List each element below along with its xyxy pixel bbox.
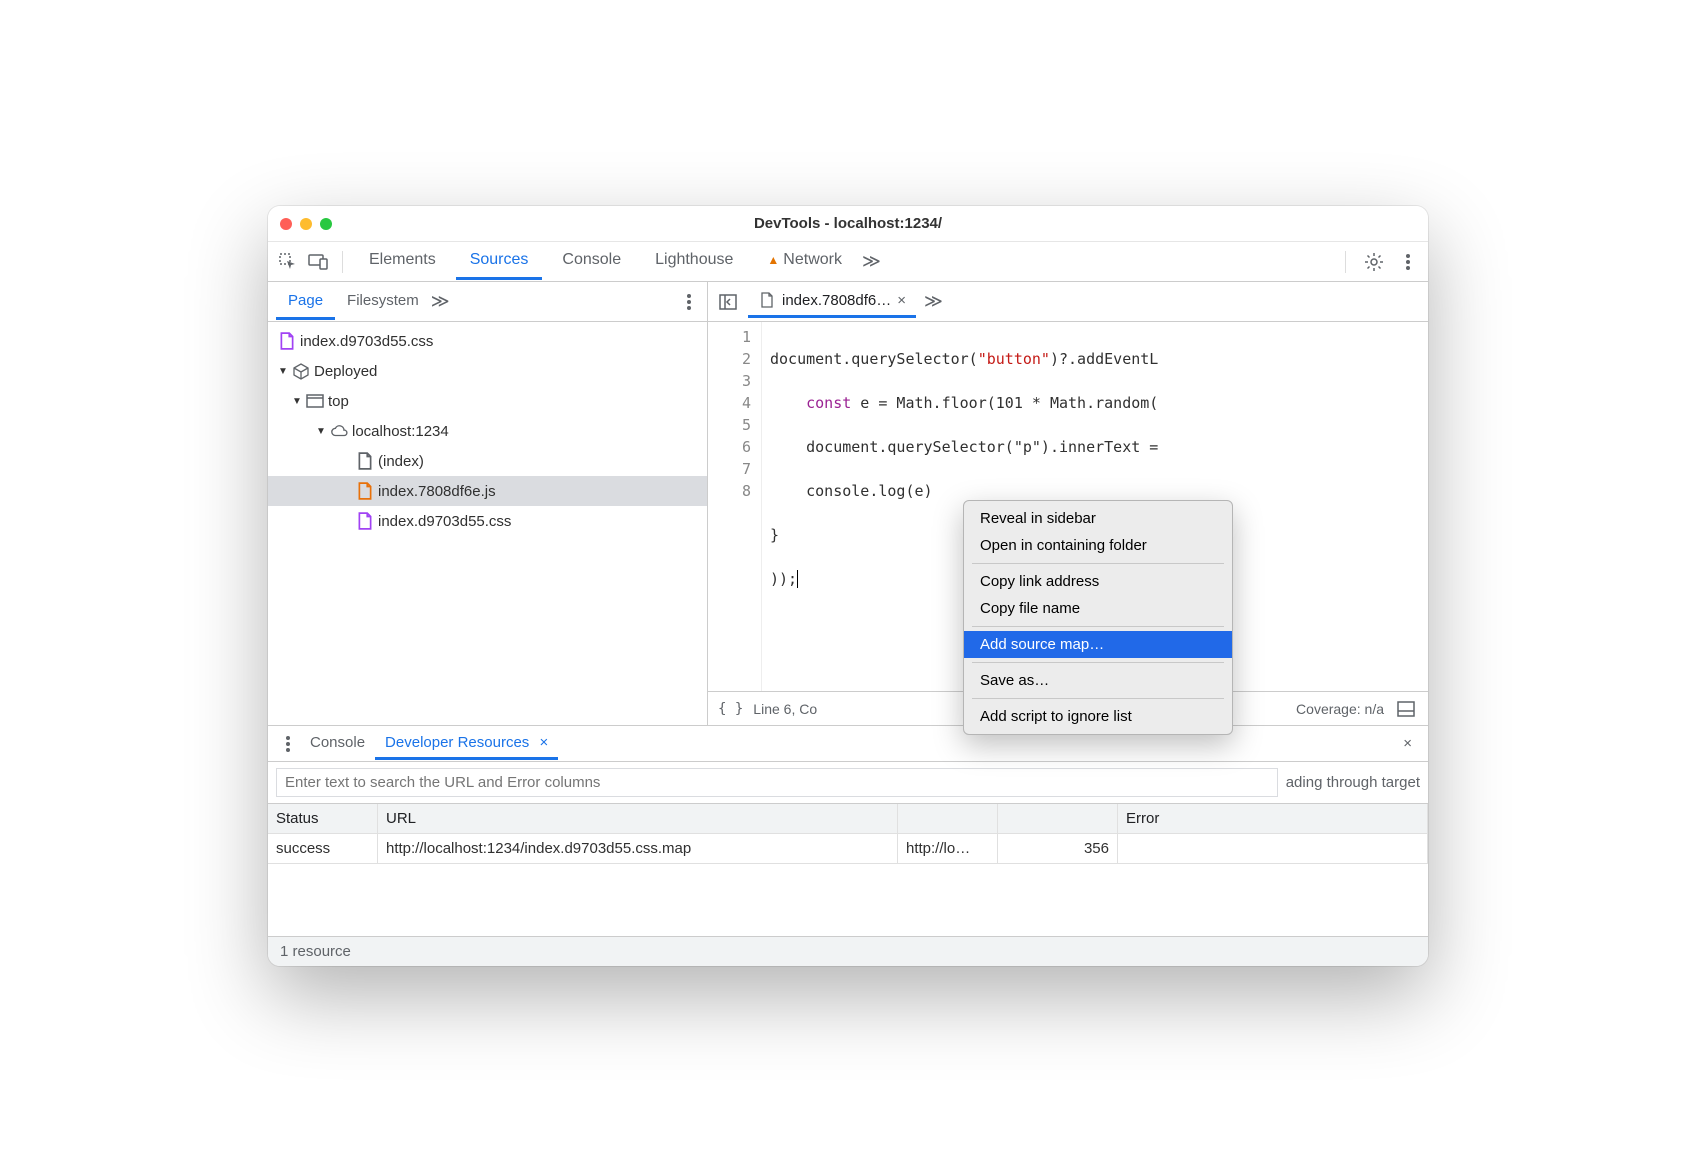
cloud-icon bbox=[330, 422, 348, 440]
tree-frame-top[interactable]: ▼ top bbox=[268, 386, 707, 416]
col-size[interactable] bbox=[998, 804, 1118, 833]
line-gutter: 1 2 3 4 5 6 7 8 bbox=[708, 322, 762, 691]
tab-sources[interactable]: Sources bbox=[456, 243, 543, 280]
file-js-icon bbox=[758, 291, 776, 309]
file-css-icon bbox=[356, 512, 374, 530]
ctx-reveal-in-sidebar[interactable]: Reveal in sidebar bbox=[964, 505, 1232, 532]
chevron-down-icon: ▼ bbox=[316, 426, 326, 437]
tree-origin-localhost[interactable]: ▼ localhost:1234 bbox=[268, 416, 707, 446]
frame-icon bbox=[306, 392, 324, 410]
ctx-save-as[interactable]: Save as… bbox=[964, 667, 1232, 694]
window-title: DevTools - localhost:1234/ bbox=[754, 215, 942, 232]
load-through-target-label: ading through target bbox=[1286, 774, 1420, 791]
pretty-print-icon[interactable]: { } bbox=[718, 701, 743, 717]
col-error[interactable]: Error bbox=[1118, 804, 1428, 833]
ctx-open-in-folder[interactable]: Open in containing folder bbox=[964, 532, 1232, 559]
drawer-tab-console[interactable]: Console bbox=[300, 728, 375, 760]
navigator-menu-icon[interactable] bbox=[679, 294, 699, 310]
settings-icon[interactable] bbox=[1362, 250, 1386, 274]
box-icon bbox=[292, 362, 310, 380]
navigator-tabs: Page Filesystem ≫ bbox=[268, 282, 707, 322]
more-menu-icon[interactable] bbox=[1396, 250, 1420, 274]
footer-status: 1 resource bbox=[268, 936, 1428, 966]
device-toolbar-icon[interactable] bbox=[306, 250, 330, 274]
col-initiator[interactable] bbox=[898, 804, 998, 833]
drawer: Console Developer Resources × × ading th… bbox=[268, 726, 1428, 936]
tree-file-js[interactable]: index.7808df6e.js bbox=[268, 476, 707, 506]
cursor-position: Line 6, Co bbox=[753, 701, 817, 717]
inspect-element-icon[interactable] bbox=[276, 250, 300, 274]
context-menu: Reveal in sidebar Open in containing fol… bbox=[963, 500, 1233, 735]
col-url[interactable]: URL bbox=[378, 804, 898, 833]
tab-network[interactable]: Network bbox=[753, 243, 856, 280]
ctx-copy-file-name[interactable]: Copy file name bbox=[964, 595, 1232, 622]
tree-file-css-1[interactable]: index.d9703d55.css bbox=[268, 326, 707, 356]
navigator-tab-page[interactable]: Page bbox=[276, 284, 335, 320]
maximize-window-button[interactable] bbox=[320, 218, 332, 230]
close-drawer-icon[interactable]: × bbox=[1395, 735, 1420, 752]
titlebar: DevTools - localhost:1234/ bbox=[268, 206, 1428, 242]
resources-table: Status URL Error success http://localhos… bbox=[268, 804, 1428, 936]
close-window-button[interactable] bbox=[280, 218, 292, 230]
file-icon bbox=[356, 452, 374, 470]
search-bar: ading through target bbox=[268, 762, 1428, 804]
navigator-more-tabs-icon[interactable]: ≫ bbox=[431, 291, 450, 312]
file-tree: index.d9703d55.css ▼ Deployed ▼ top bbox=[268, 322, 707, 725]
more-tabs-icon[interactable]: ≫ bbox=[862, 251, 881, 272]
chevron-down-icon: ▼ bbox=[292, 396, 302, 407]
ctx-copy-link-address[interactable]: Copy link address bbox=[964, 568, 1232, 595]
search-input[interactable] bbox=[276, 768, 1278, 797]
minimize-window-button[interactable] bbox=[300, 218, 312, 230]
ctx-add-source-map[interactable]: Add source map… bbox=[964, 631, 1232, 658]
file-css-icon bbox=[278, 332, 296, 350]
editor-tab-active[interactable]: index.7808df6… × bbox=[748, 285, 916, 318]
ctx-add-to-ignore-list[interactable]: Add script to ignore list bbox=[964, 703, 1232, 730]
drawer-tab-developer-resources[interactable]: Developer Resources × bbox=[375, 728, 558, 760]
editor-more-tabs-icon[interactable]: ≫ bbox=[924, 291, 943, 312]
drawer-tabs: Console Developer Resources × × bbox=[268, 726, 1428, 762]
tab-console[interactable]: Console bbox=[548, 243, 635, 280]
tree-file-index[interactable]: (index) bbox=[268, 446, 707, 476]
close-tab-icon[interactable]: × bbox=[897, 292, 906, 309]
tab-elements[interactable]: Elements bbox=[355, 243, 450, 280]
main-toolbar: Elements Sources Console Lighthouse Netw… bbox=[268, 242, 1428, 282]
file-js-icon bbox=[356, 482, 374, 500]
devtools-window: DevTools - localhost:1234/ Elements Sour… bbox=[268, 206, 1428, 966]
drawer-toggle-icon[interactable] bbox=[1394, 697, 1418, 721]
coverage-label: Coverage: n/a bbox=[1296, 701, 1384, 717]
col-status[interactable]: Status bbox=[268, 804, 378, 833]
tab-lighthouse[interactable]: Lighthouse bbox=[641, 243, 747, 280]
navigator-tab-filesystem[interactable]: Filesystem bbox=[335, 284, 431, 320]
chevron-down-icon: ▼ bbox=[278, 366, 288, 377]
editor-tabs: index.7808df6… × ≫ bbox=[708, 282, 1428, 322]
tree-file-css-2[interactable]: index.d9703d55.css bbox=[268, 506, 707, 536]
drawer-menu-icon[interactable] bbox=[276, 732, 300, 756]
tree-group-deployed[interactable]: ▼ Deployed bbox=[268, 356, 707, 386]
traffic-lights bbox=[280, 218, 332, 230]
sidebar-toggle-icon[interactable] bbox=[716, 290, 740, 314]
table-row[interactable]: success http://localhost:1234/index.d970… bbox=[268, 834, 1428, 864]
